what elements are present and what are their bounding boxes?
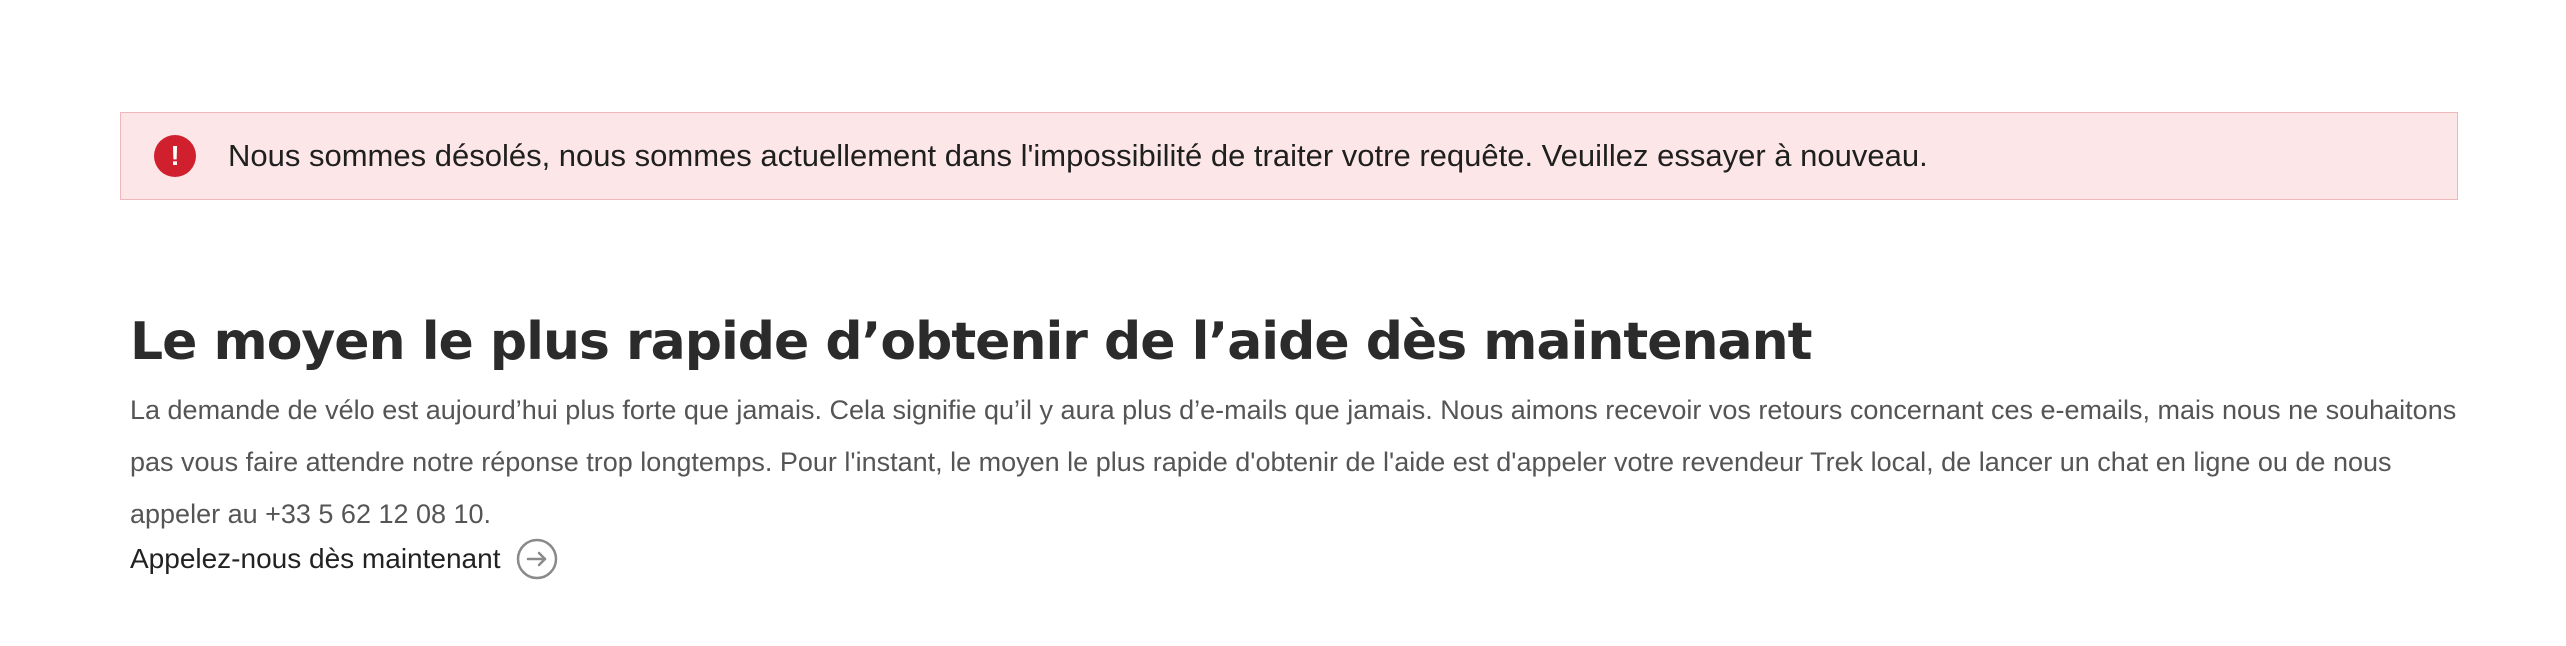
exclamation-circle-icon: ! (154, 135, 196, 177)
section-body-text: La demande de vélo est aujourd’hui plus … (130, 395, 2457, 529)
call-us-link[interactable]: Appelez-nous dès maintenant (130, 538, 558, 580)
section-heading: Le moyen le plus rapide d’obtenir de l’a… (130, 312, 1812, 372)
error-alert: ! Nous sommes désolés, nous sommes actue… (120, 112, 2458, 200)
call-us-link-label: Appelez-nous dès maintenant (130, 543, 501, 574)
error-alert-message: Nous sommes désolés, nous sommes actuell… (228, 138, 1928, 173)
arrow-right-circle-icon (516, 538, 558, 580)
